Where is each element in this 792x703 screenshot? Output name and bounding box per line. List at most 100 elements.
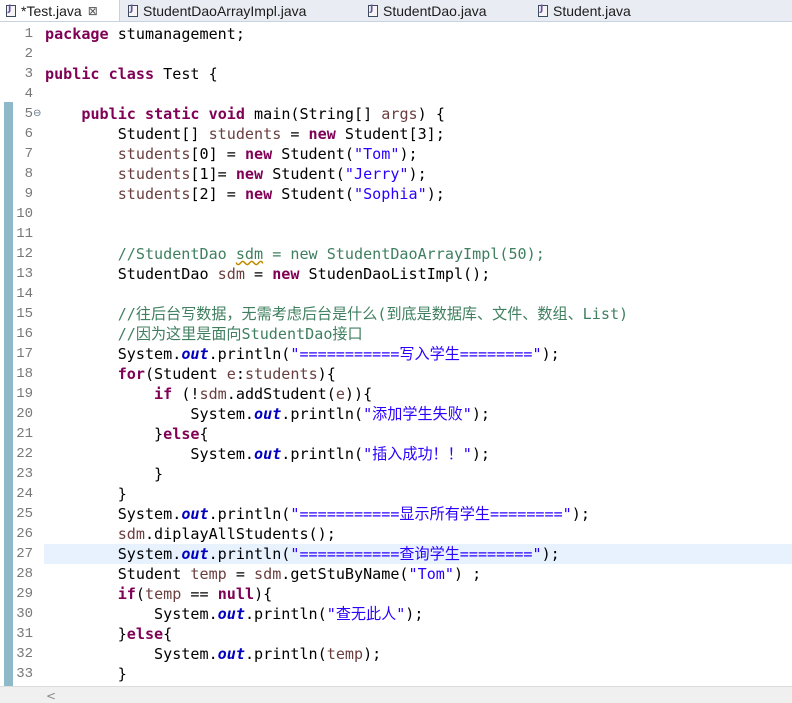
code-editor[interactable]: 1 package stumanagement; 2 3 public class Te… — [0, 22, 792, 686]
code-token: out — [217, 645, 245, 663]
code-token: System. — [45, 645, 218, 663]
code-token: = — [226, 565, 255, 583]
code-token: students — [117, 165, 191, 183]
code-token: System. — [45, 545, 182, 563]
code-line[interactable]: } — [45, 464, 163, 484]
code-token: out — [181, 505, 209, 523]
code-line[interactable]: public static void main(String[] args) { — [45, 104, 445, 124]
code-token: } — [45, 625, 127, 643]
code-line[interactable]: students[2] = new Student("Sophia"); — [45, 184, 445, 204]
line-number: 1 — [24, 26, 33, 42]
code-token: ); — [471, 445, 491, 463]
code-token: public — [81, 105, 136, 123]
code-token: ); — [408, 165, 427, 183]
line-number: 10 — [16, 206, 33, 222]
code-token: System. — [45, 505, 182, 523]
code-line[interactable]: for(Student e:students){ — [45, 364, 336, 384]
line-number: 26 — [16, 526, 33, 542]
code-token: ); — [571, 505, 590, 523]
code-token: StudenDaoListImpl(); — [299, 265, 491, 283]
code-line[interactable]: }else{ — [45, 424, 209, 444]
code-line[interactable]: if (!sdm.addStudent(e)){ — [45, 384, 372, 404]
code-line[interactable]: } — [45, 664, 127, 684]
code-line[interactable]: System.out.println("===========显示所有学生===… — [45, 504, 590, 524]
quick-diff-ruler — [0, 22, 14, 686]
fold-collapse-icon[interactable]: ⊖ — [33, 104, 41, 124]
line-number: 22 — [16, 446, 33, 462]
tab-test-java[interactable]: *Test.java ⊠ — [0, 0, 120, 21]
line-number: 20 — [16, 406, 33, 422]
code-token: ( — [135, 585, 145, 603]
scroll-left-icon[interactable]: < — [46, 689, 56, 703]
code-line[interactable]: //因为这里是面向StudentDao接口 — [45, 324, 363, 344]
code-line[interactable]: StudentDao sdm = new StudenDaoListImpl()… — [45, 264, 491, 284]
code-line[interactable]: Student temp = sdm.getStuByName("Tom") ; — [45, 564, 482, 584]
code-token: else — [126, 625, 164, 643]
code-token: new — [272, 265, 300, 283]
code-line[interactable]: students[1]= new Student("Jerry"); — [45, 164, 427, 184]
code-line[interactable]: package stumanagement; — [45, 24, 245, 44]
code-token: = new StudentDaoArrayImpl(50); — [263, 245, 545, 263]
code-token: sdm — [117, 525, 145, 543]
code-line[interactable]: System.out.println("查无此人"); — [45, 604, 423, 624]
code-token: out — [181, 545, 209, 563]
code-token: e — [335, 385, 345, 403]
code-token: else — [163, 425, 200, 443]
line-number: 3 — [24, 66, 33, 82]
code-line[interactable]: System.out.println("===========写入学生=====… — [45, 344, 560, 364]
line-number: 29 — [16, 586, 33, 602]
code-line[interactable]: System.out.println("===========查询学生=====… — [45, 544, 560, 564]
code-token: [0] = — [190, 145, 245, 163]
code-token: "Tom" — [354, 145, 400, 163]
code-token: = — [244, 265, 273, 283]
code-line[interactable]: System.out.println("添加学生失败"); — [45, 404, 490, 424]
code-line[interactable]: sdm.diplayAllStudents(); — [45, 524, 336, 544]
code-token: sdm — [199, 385, 227, 403]
code-line[interactable]: }else{ — [45, 624, 173, 644]
line-number: 33 — [16, 666, 33, 682]
java-file-icon — [6, 4, 16, 17]
code-line[interactable]: if(temp == null){ — [45, 584, 273, 604]
code-token: e — [226, 365, 236, 383]
tab-studentdao-java[interactable]: StudentDao.java — [368, 0, 487, 21]
code-token: null — [217, 585, 255, 603]
line-number: 8 — [24, 166, 33, 182]
code-token: void — [208, 105, 245, 123]
change-marker — [4, 102, 13, 686]
code-token: (! — [172, 385, 200, 403]
code-line[interactable]: students[0] = new Student("Tom"); — [45, 144, 418, 164]
code-token: .getStuByName( — [281, 565, 409, 583]
horizontal-scrollbar[interactable]: < — [0, 686, 792, 703]
line-number: 9 — [24, 186, 33, 202]
tab-label: StudentDao.java — [383, 2, 487, 19]
close-icon[interactable]: ⊠ — [88, 4, 98, 18]
code-token: Student[3]; — [335, 125, 445, 143]
code-line[interactable]: System.out.println("插入成功！！"); — [45, 444, 490, 464]
code-token: Student( — [272, 185, 354, 203]
code-token: "Jerry" — [344, 165, 409, 183]
line-number: 17 — [16, 346, 33, 362]
code-line[interactable]: //StudentDao sdm = new StudentDaoArrayIm… — [45, 244, 545, 264]
code-line[interactable]: public class Test { — [45, 64, 218, 84]
tab-label: Student.java — [553, 2, 631, 19]
code-token: out — [181, 345, 209, 363]
code-line[interactable]: System.out.println(temp); — [45, 644, 381, 664]
code-line[interactable]: } — [45, 484, 127, 504]
code-line[interactable]: Student[] students = new Student[3]; — [45, 124, 445, 144]
code-token: ){ — [254, 585, 273, 603]
code-token: sdm — [254, 565, 282, 583]
line-number: 16 — [16, 326, 33, 342]
code-token: StudentDao — [45, 265, 218, 283]
code-line[interactable]: //往后台写数据，无需考虑后台是什么(到底是数据库、文件、数组、List) — [45, 304, 628, 324]
java-file-icon — [368, 4, 378, 17]
tab-student-java[interactable]: Student.java — [538, 0, 631, 21]
tab-studentdaoarrayimpl-java[interactable]: StudentDaoArrayImpl.java — [128, 0, 306, 21]
code-token: ); — [405, 605, 424, 623]
line-number: 18 — [16, 366, 33, 382]
code-token: for — [117, 365, 145, 383]
code-token: out — [254, 405, 282, 423]
